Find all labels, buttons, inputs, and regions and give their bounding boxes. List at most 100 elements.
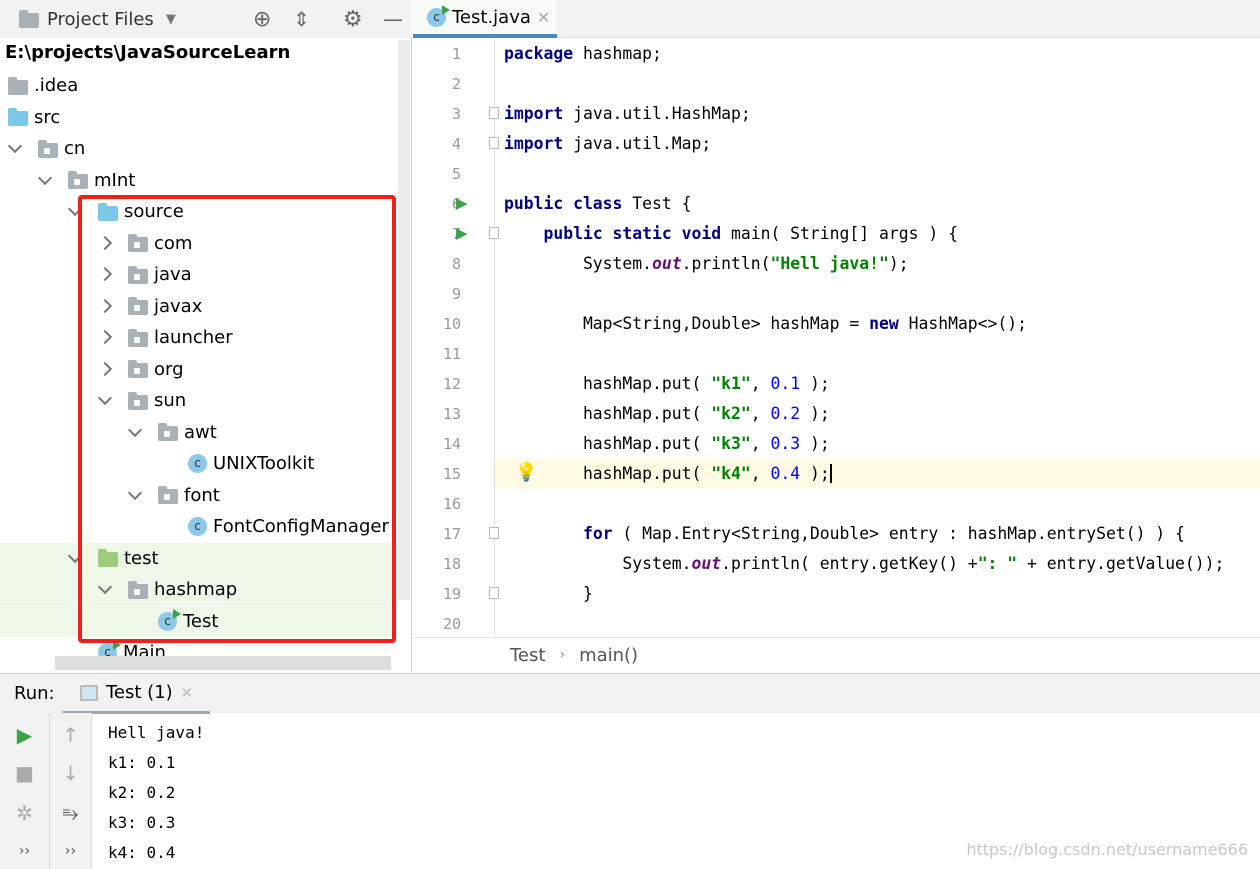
code-line[interactable]: import java.util.Map; xyxy=(504,129,711,159)
tree-item[interactable]: .idea xyxy=(0,70,398,101)
folder-icon xyxy=(19,10,39,28)
line-number: 18 xyxy=(442,555,461,573)
close-icon[interactable]: ✕ xyxy=(537,8,550,27)
code-token: , xyxy=(750,434,771,453)
code-token: System. xyxy=(504,254,653,273)
chevron-down-icon[interactable] xyxy=(7,138,23,154)
run-toolbar: ▶ ■ ✲ ›› xyxy=(0,713,50,869)
down-arrow-icon[interactable]: ↓ xyxy=(50,761,91,785)
code-line[interactable]: public class Test { xyxy=(504,189,692,219)
code-line[interactable]: } xyxy=(504,579,593,609)
tree-horizontal-scrollbar[interactable] xyxy=(55,656,391,670)
code-line[interactable]: Map<String,Double> hashMap = new HashMap… xyxy=(504,309,1027,339)
code-token: "k3" xyxy=(711,434,751,453)
code-token: ); xyxy=(800,464,830,483)
line-number: 6 xyxy=(451,195,461,213)
code-token: java.util.HashMap; xyxy=(563,104,751,123)
code-token: ); xyxy=(800,374,830,393)
code-token: ); xyxy=(888,254,909,273)
code-line[interactable]: System.out.println( entry.getKey() +": "… xyxy=(504,549,1224,579)
tree-item[interactable]: cn xyxy=(0,133,398,164)
console-icon xyxy=(80,684,98,701)
lightbulb-icon[interactable]: 💡 xyxy=(515,462,537,483)
fold-icon[interactable] xyxy=(489,587,499,599)
rerun-icon[interactable]: ▶ xyxy=(0,723,49,747)
more-icon[interactable]: ›› xyxy=(50,843,91,859)
chevron-down-icon[interactable] xyxy=(37,170,53,185)
collapse-all-icon[interactable]: ⇕ xyxy=(293,7,310,31)
line-number: 10 xyxy=(442,315,461,333)
code-line[interactable]: hashMap.put( "k1", 0.1 ); xyxy=(504,369,830,399)
chevron-right-icon: › xyxy=(559,647,566,663)
soft-wrap-icon[interactable]: ⥱ xyxy=(50,801,91,825)
code-token: hashMap.put( xyxy=(504,404,712,423)
code-line[interactable]: hashMap.put( "k2", 0.2 ); xyxy=(504,399,830,429)
tree-item[interactable]: mInt xyxy=(0,165,398,196)
code-token: "k4" xyxy=(711,464,751,483)
line-number: 12 xyxy=(442,375,461,393)
stop-icon[interactable]: ■ xyxy=(0,761,49,785)
tab-label: Test.java xyxy=(452,6,531,28)
package-icon xyxy=(68,171,88,189)
code-token: HashMap<>(); xyxy=(898,314,1028,333)
tree-item[interactable]: src xyxy=(0,102,398,133)
run-gutter-icon[interactable]: ▶ xyxy=(456,194,468,212)
fold-icon[interactable] xyxy=(489,107,499,119)
code-token: public static void xyxy=(543,224,722,243)
editor-gutter: 1 2 3 4 5 6 7 8 9 10 11 12 13 14 15 16 17 18 19 20 xyxy=(413,39,495,636)
debug-icon[interactable]: ✲ xyxy=(0,801,49,825)
close-icon[interactable]: ✕ xyxy=(181,684,194,702)
tree-vertical-scrollbar[interactable] xyxy=(398,40,410,600)
code-token: for xyxy=(582,524,613,543)
run-gutter-icon[interactable]: ▶ xyxy=(456,224,468,242)
line-number: 15 xyxy=(442,465,461,483)
code-line[interactable]: import java.util.HashMap; xyxy=(504,99,751,129)
console-line: Hell java! xyxy=(108,723,205,742)
line-number: 4 xyxy=(451,135,461,153)
project-view-selector[interactable]: Project Files xyxy=(47,9,154,30)
code-token: } xyxy=(504,584,593,603)
locate-icon[interactable]: ⊕ xyxy=(253,7,271,32)
tree-item-label: cn xyxy=(64,138,86,159)
code-token: .println( entry.getKey() + xyxy=(721,554,978,573)
minimize-icon[interactable]: — xyxy=(383,7,403,31)
editor-tab-bar: c Test.java ✕ xyxy=(413,0,1260,38)
line-number: 7 xyxy=(451,225,461,243)
code-token: 0.3 xyxy=(770,434,801,453)
breadcrumb-method[interactable]: main() xyxy=(579,645,638,666)
fold-icon[interactable] xyxy=(489,137,499,149)
tree-item-label: src xyxy=(34,106,61,128)
more-icon[interactable]: ›› xyxy=(0,843,49,859)
package-icon xyxy=(38,139,58,158)
code-token: .println( xyxy=(681,254,771,273)
code-token: System. xyxy=(504,554,692,573)
fold-icon[interactable] xyxy=(489,227,499,239)
code-token: ": " xyxy=(977,554,1018,573)
project-root[interactable]: E:\projects\JavaSourceLearn xyxy=(5,42,290,63)
code-line[interactable]: package hashmap; xyxy=(504,39,662,69)
gear-icon[interactable]: ⚙ xyxy=(343,7,363,32)
code-line[interactable]: hashMap.put( "k4", 0.4 ); xyxy=(504,459,832,489)
run-tab[interactable]: Test (1) ✕ xyxy=(62,674,210,714)
code-token: 0.4 xyxy=(770,464,801,483)
line-number: 2 xyxy=(451,75,461,93)
code-token: import xyxy=(504,104,564,123)
breadcrumb-class[interactable]: Test xyxy=(510,645,545,666)
code-token: , xyxy=(750,404,771,423)
chevron-down-icon[interactable]: ▼ xyxy=(166,12,176,27)
code-line[interactable]: hashMap.put( "k3", 0.3 ); xyxy=(504,429,830,459)
line-number: 20 xyxy=(442,615,461,633)
code-token: java.util.Map; xyxy=(563,134,712,153)
run-toolbar-secondary: ↑ ↓ ⥱ ›› xyxy=(50,713,92,869)
tab-test-java[interactable]: c Test.java ✕ xyxy=(413,0,557,38)
up-arrow-icon[interactable]: ↑ xyxy=(50,723,91,747)
code-line[interactable]: System.out.println("Hell java!"); xyxy=(504,249,909,279)
folder-icon xyxy=(8,76,28,95)
fold-icon[interactable] xyxy=(489,527,499,539)
code-line[interactable]: public static void main( String[] args )… xyxy=(504,219,958,249)
java-class-icon: c xyxy=(427,4,450,27)
code-token: main( String[] args ) { xyxy=(721,224,958,243)
code-line[interactable]: for ( Map.Entry<String,Double> entry : h… xyxy=(504,519,1185,549)
code-token: import xyxy=(504,134,564,153)
